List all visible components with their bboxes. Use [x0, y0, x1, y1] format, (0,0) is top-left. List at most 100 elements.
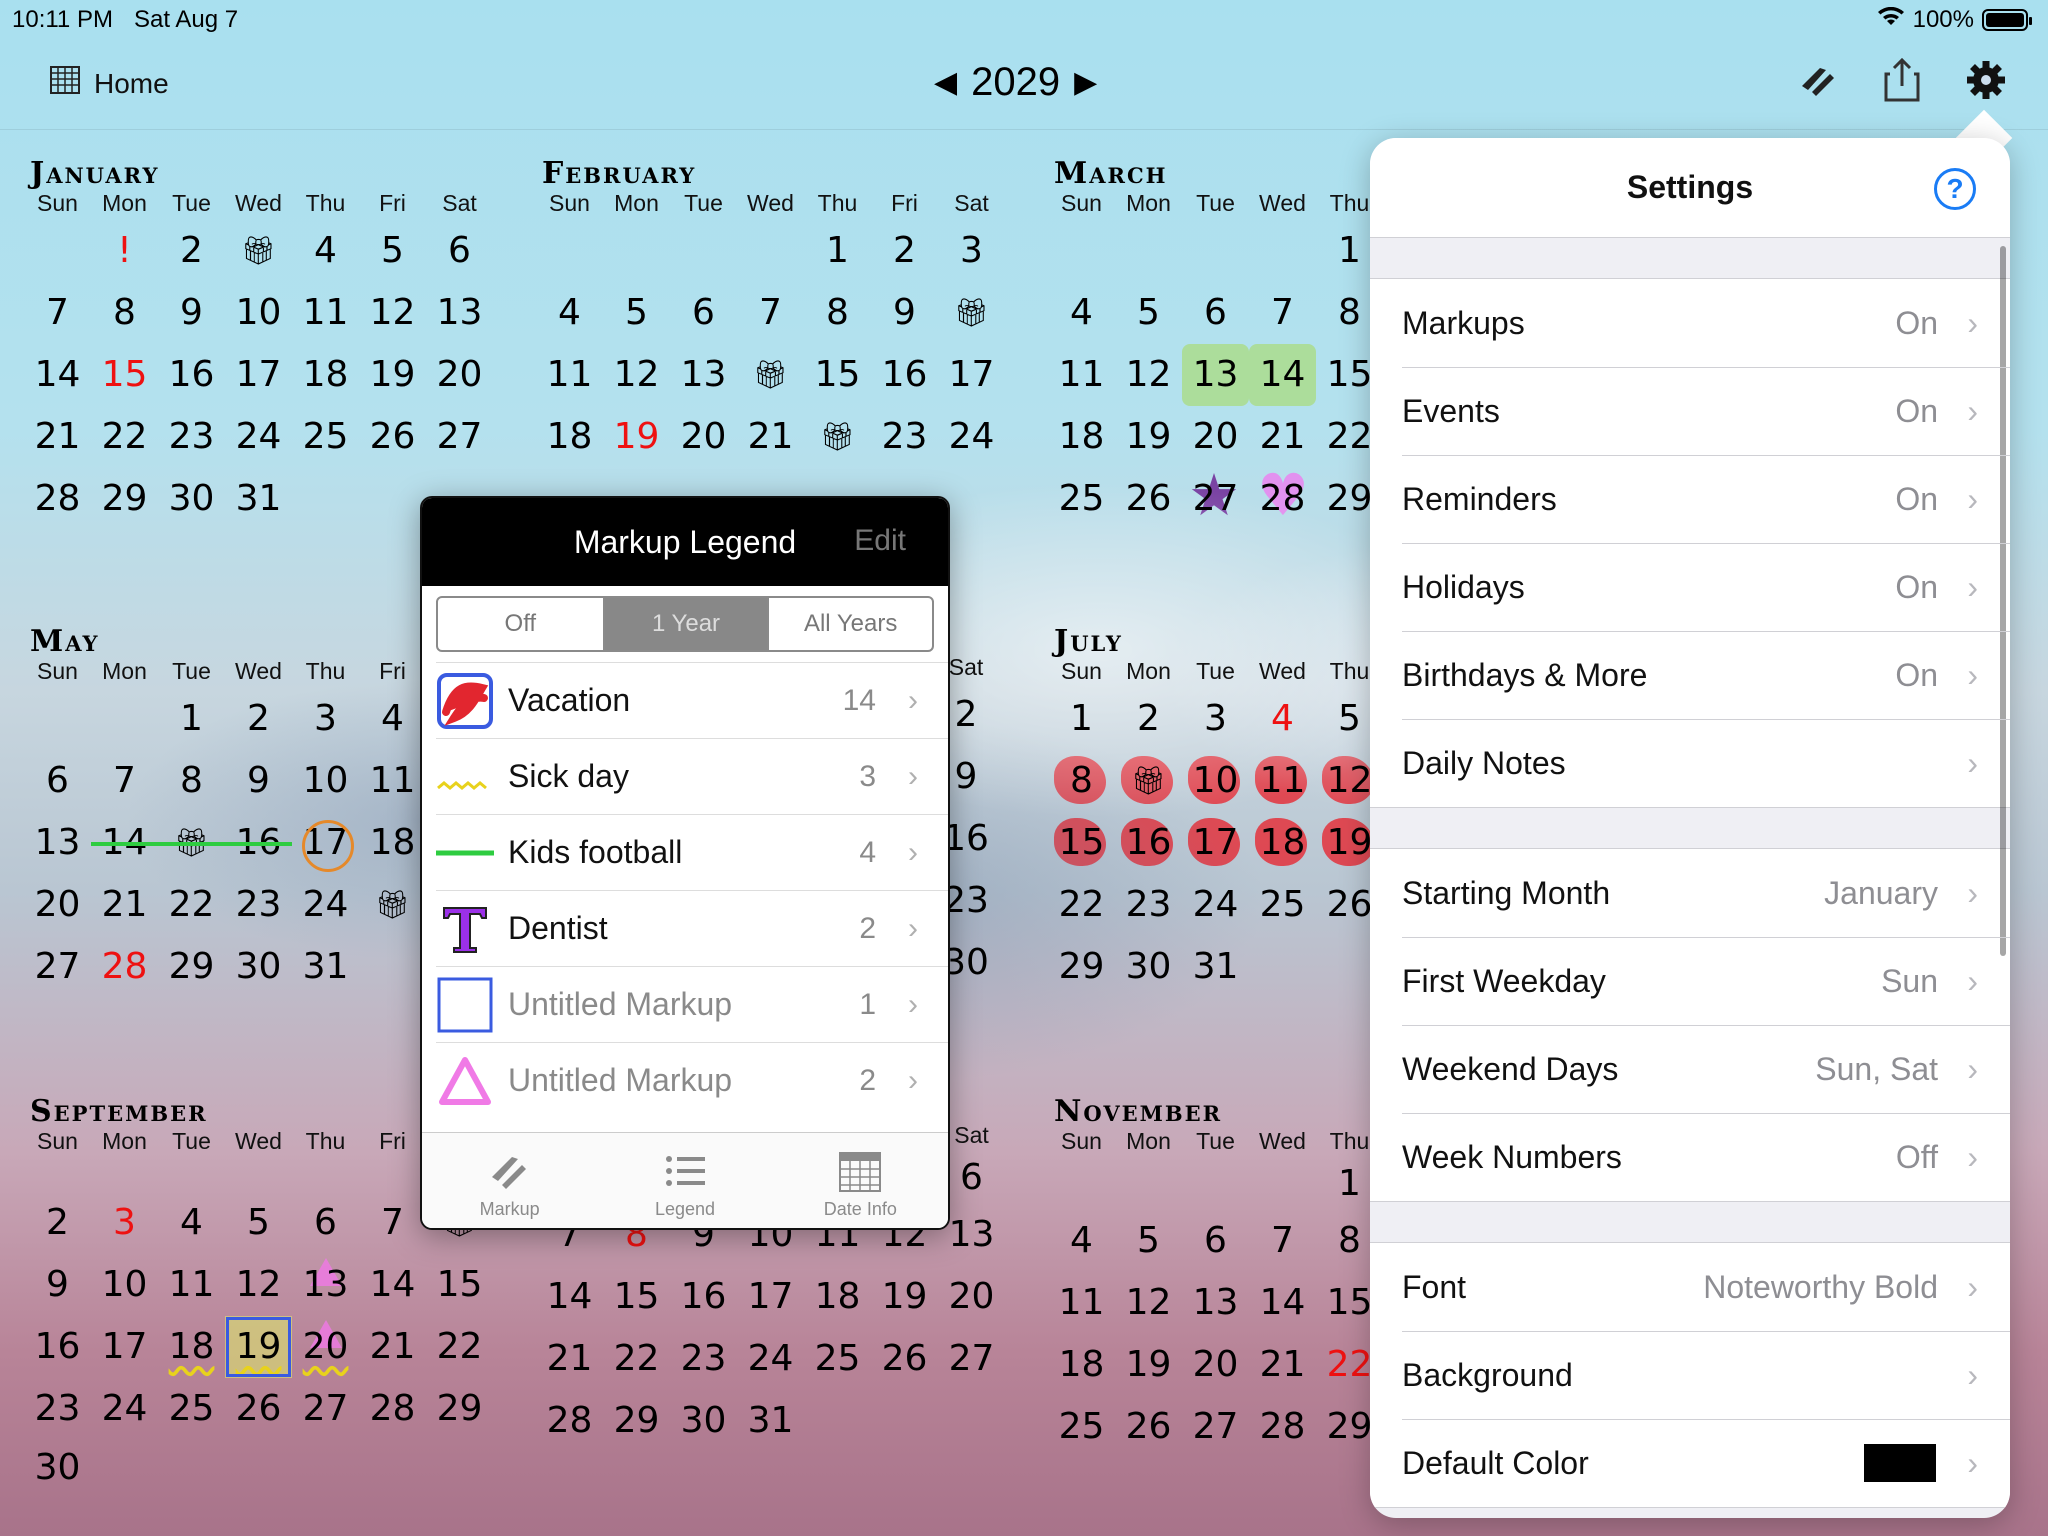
legend-item-untitled-2[interactable]: Untitled Markup 2 ›	[436, 1042, 948, 1118]
day-cell[interactable]: 21	[91, 874, 158, 936]
day-cell[interactable]: 9	[871, 282, 938, 344]
day-cell[interactable]: 19	[603, 406, 670, 468]
day-cell[interactable]: 25	[804, 1328, 871, 1390]
day-cell[interactable]: 24	[1182, 874, 1249, 936]
day-cell[interactable]: 6	[24, 750, 91, 812]
day-cell[interactable]: 14	[1249, 344, 1316, 406]
day-cell[interactable]: 20	[1182, 406, 1249, 468]
day-cell[interactable]: 4	[1249, 688, 1316, 750]
setting-starting-month[interactable]: Starting Month January ›	[1370, 849, 2010, 937]
day-cell[interactable]: 15	[426, 1254, 493, 1316]
day-cell[interactable]: 29	[91, 468, 158, 530]
day-cell[interactable]: 8	[1048, 750, 1115, 812]
day-cell[interactable]: 12	[1115, 344, 1182, 406]
day-cell[interactable]: 19	[359, 344, 426, 406]
day-cell[interactable]: 31	[292, 936, 359, 998]
help-icon[interactable]: ?	[1934, 168, 1976, 210]
day-cell[interactable]: 20	[426, 344, 493, 406]
day-cell[interactable]: 18	[158, 1316, 225, 1378]
day-cell[interactable]: 10	[1182, 750, 1249, 812]
day-cell[interactable]: 17	[938, 344, 1005, 406]
tab-legend[interactable]: Legend	[597, 1133, 772, 1228]
day-cell[interactable]: 18	[292, 344, 359, 406]
day-cell[interactable]: 8	[91, 282, 158, 344]
day-cell[interactable]: 13	[426, 282, 493, 344]
day-cell[interactable]: 23	[158, 406, 225, 468]
day-cell[interactable]: 17	[91, 1316, 158, 1378]
day-cell[interactable]: 13	[670, 344, 737, 406]
day-cell[interactable]: 29	[158, 936, 225, 998]
day-cell[interactable]: 3	[91, 1192, 158, 1254]
day-cell[interactable]: 26	[1115, 468, 1182, 530]
day-cell[interactable]: 21	[737, 406, 804, 468]
day-cell[interactable]: 12	[359, 282, 426, 344]
day-cell[interactable]: 23	[871, 406, 938, 468]
day-cell[interactable]: 26	[1115, 1396, 1182, 1458]
setting-reminders[interactable]: Reminders On ›	[1370, 455, 2010, 543]
day-cell[interactable]: 4	[292, 220, 359, 282]
day-cell[interactable]: 16	[158, 344, 225, 406]
share-icon[interactable]	[1880, 58, 1924, 102]
day-cell[interactable]: 14	[359, 1254, 426, 1316]
day-cell[interactable]: 12	[1115, 1272, 1182, 1334]
day-cell[interactable]: 2	[24, 1192, 91, 1254]
day-cell[interactable]: 22	[426, 1316, 493, 1378]
day-cell[interactable]: 10	[225, 282, 292, 344]
day-cell[interactable]: 19	[225, 1316, 292, 1378]
gift-icon[interactable]: 🎁︎	[1115, 750, 1182, 812]
day-cell[interactable]: 11	[536, 344, 603, 406]
day-cell[interactable]: 11	[1048, 344, 1115, 406]
day-cell[interactable]: 9	[158, 282, 225, 344]
day-cell[interactable]: 17	[292, 812, 359, 874]
day-cell[interactable]: 7	[1249, 1210, 1316, 1272]
day-cell[interactable]: 31	[225, 468, 292, 530]
day-cell[interactable]: 15	[804, 344, 871, 406]
day-cell[interactable]: 2	[158, 220, 225, 282]
day-cell[interactable]: 9	[24, 1254, 91, 1316]
day-cell[interactable]: 12	[603, 344, 670, 406]
day-cell[interactable]: 27	[426, 406, 493, 468]
day-cell[interactable]: 4	[158, 1192, 225, 1254]
gift-icon[interactable]: 🎁︎	[938, 282, 1005, 344]
day-cell[interactable]: 26	[225, 1378, 292, 1440]
markup-pen-icon[interactable]	[1796, 58, 1840, 102]
day-cell[interactable]: 6	[670, 282, 737, 344]
day-cell[interactable]: 7	[24, 282, 91, 344]
legend-item-kids-football[interactable]: Kids football 4 ›	[436, 814, 948, 890]
setting-week-numbers[interactable]: Week Numbers Off ›	[1370, 1113, 2010, 1201]
gear-icon[interactable]	[1964, 58, 2008, 102]
day-cell[interactable]: 16	[225, 812, 292, 874]
day-cell[interactable]: 11	[1048, 1272, 1115, 1334]
day-cell[interactable]: 15	[91, 344, 158, 406]
gift-icon[interactable]: 🎁︎	[158, 812, 225, 874]
day-cell[interactable]: 27	[1182, 464, 1249, 530]
day-cell[interactable]: 4	[536, 282, 603, 344]
day-cell[interactable]: 11	[158, 1254, 225, 1316]
day-cell[interactable]: 17	[737, 1266, 804, 1328]
day-cell[interactable]: 14	[536, 1266, 603, 1328]
day-cell[interactable]: 6	[426, 220, 493, 282]
day-cell[interactable]: 20	[292, 1316, 359, 1378]
day-cell[interactable]: 27	[938, 1328, 1005, 1390]
day-cell[interactable]: 25	[158, 1378, 225, 1440]
day-cell[interactable]: 11	[292, 282, 359, 344]
day-cell[interactable]: 6	[292, 1192, 359, 1254]
day-cell[interactable]: 28	[359, 1378, 426, 1440]
day-cell[interactable]: 2	[225, 688, 292, 750]
prev-year-button[interactable]: ◀	[934, 65, 957, 100]
day-cell[interactable]: 16	[670, 1266, 737, 1328]
day-cell[interactable]: 8	[804, 282, 871, 344]
day-cell[interactable]: 2	[1115, 688, 1182, 750]
day-cell[interactable]: 3	[1182, 688, 1249, 750]
day-cell[interactable]: 18	[536, 406, 603, 468]
day-cell[interactable]: 1	[158, 688, 225, 750]
day-cell[interactable]	[24, 220, 91, 282]
next-year-button[interactable]: ▶	[1074, 65, 1097, 100]
gift-icon[interactable]: 🎁︎	[737, 344, 804, 406]
day-cell[interactable]: 11	[1249, 750, 1316, 812]
setting-daily-notes[interactable]: Daily Notes ›	[1370, 719, 2010, 807]
legend-edit-button[interactable]: Edit	[854, 524, 906, 558]
day-cell[interactable]: 14	[1249, 1272, 1316, 1334]
day-cell[interactable]: 13	[292, 1254, 359, 1316]
day-cell[interactable]: !	[91, 220, 158, 282]
